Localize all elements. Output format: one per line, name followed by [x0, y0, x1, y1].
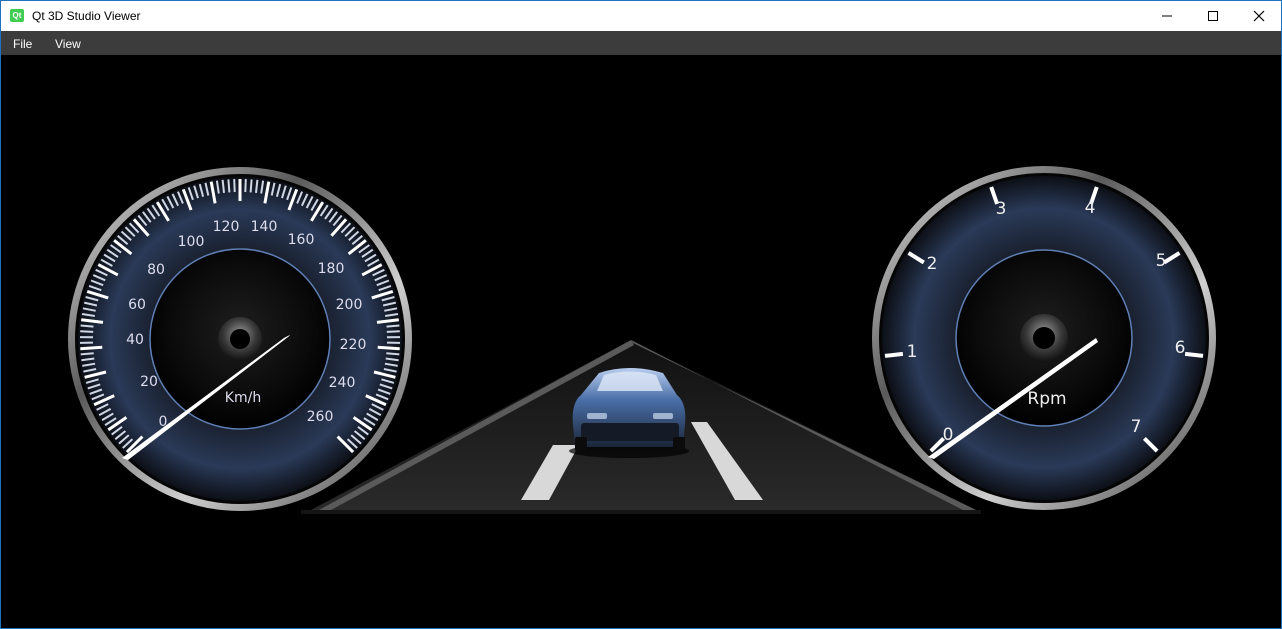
rpm-major-tick: [884, 351, 904, 358]
speed-label-80: 80: [147, 262, 165, 278]
maximize-icon: [1208, 11, 1218, 21]
menu-file[interactable]: File: [13, 37, 32, 51]
menu-bar: File View: [1, 31, 1281, 55]
menu-view[interactable]: View: [55, 37, 81, 51]
speed-label-120: 120: [213, 219, 240, 235]
rpm-label-6: 6: [1175, 338, 1186, 358]
close-button[interactable]: [1236, 1, 1282, 31]
speed-unit-label: Km/h: [225, 390, 261, 406]
maximize-button[interactable]: [1190, 1, 1236, 31]
speed-label-240: 240: [329, 375, 356, 391]
minimize-button[interactable]: [1144, 1, 1190, 31]
tachometer-gauge: 0 1 2 3 4 5 6 7 Rpm: [872, 166, 1216, 510]
speed-minor-tick: [80, 330, 94, 333]
rpm-label-5: 5: [1156, 251, 1167, 271]
speed-minor-tick: [80, 324, 94, 328]
speed-minor-tick: [233, 179, 236, 193]
window-title: Qt 3D Studio Viewer: [32, 9, 141, 23]
speed-label-180: 180: [318, 261, 345, 277]
speed-label-40: 40: [126, 332, 144, 348]
car-light-right: [653, 413, 673, 419]
speed-label-200: 200: [336, 297, 363, 313]
speed-minor-tick: [227, 179, 231, 193]
3d-viewport[interactable]: 0 20 40 60 80 100 120 140 160 180 200 22…: [1, 55, 1281, 628]
rpm-label-1: 1: [907, 342, 918, 362]
rpm-unit-label: Rpm: [1027, 389, 1066, 409]
car-wheel-left: [575, 437, 587, 451]
rpm-label-4: 4: [1085, 198, 1096, 218]
qt-logo-icon: Qt: [10, 9, 24, 22]
minimize-icon: [1162, 15, 1172, 17]
car-bumper: [581, 423, 679, 441]
car-wheel-right: [673, 437, 685, 451]
speedometer-gauge: 0 20 40 60 80 100 120 140 160 180 200 22…: [68, 167, 412, 511]
rpm-label-7: 7: [1131, 417, 1142, 437]
speed-minor-tick: [221, 179, 225, 194]
rpm-label-3: 3: [996, 199, 1007, 219]
speed-minor-tick: [244, 179, 247, 193]
speed-minor-tick: [386, 330, 400, 333]
speed-minor-tick: [255, 179, 259, 194]
title-bar[interactable]: Qt Qt 3D Studio Viewer: [1, 1, 1281, 31]
speed-label-160: 160: [288, 232, 315, 248]
speed-label-20: 20: [140, 374, 158, 390]
speed-label-220: 220: [340, 337, 367, 353]
speed-minor-tick: [386, 324, 400, 328]
speed-minor-tick: [386, 352, 400, 356]
speed-label-140: 140: [251, 219, 278, 235]
close-icon: [1253, 10, 1265, 22]
speed-label-60: 60: [128, 297, 146, 313]
car-windshield: [597, 371, 663, 391]
speed-label-260: 260: [307, 409, 334, 425]
speed-major-tick: [80, 345, 103, 351]
speed-major-tick: [377, 345, 400, 351]
cluster-scene: 0 20 40 60 80 100 120 140 160 180 200 22…: [68, 166, 1216, 514]
rpm-major-tick: [1184, 351, 1204, 358]
rpm-label-2: 2: [927, 254, 938, 274]
speed-minor-tick: [249, 179, 253, 193]
car-light-left: [587, 413, 607, 419]
speed-minor-tick: [80, 352, 94, 356]
viewer-window: Qt Qt 3D Studio Viewer File View 0 20 40…: [0, 0, 1282, 629]
speed-label-100: 100: [178, 234, 205, 250]
